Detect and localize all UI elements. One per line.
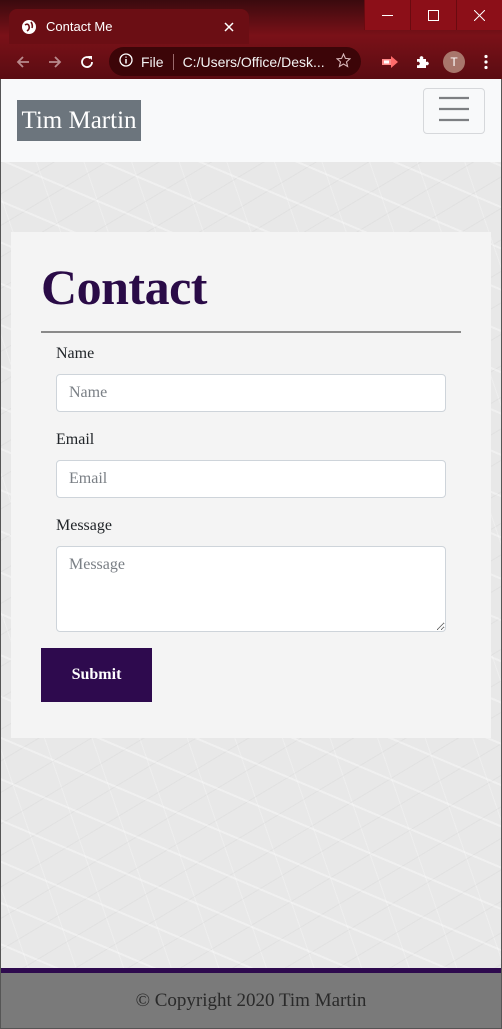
minimize-icon[interactable] — [364, 0, 410, 30]
globe-icon — [21, 19, 37, 35]
close-icon[interactable] — [219, 17, 239, 37]
message-label: Message — [56, 517, 112, 534]
puzzle-icon[interactable] — [406, 46, 438, 78]
title-divider — [41, 331, 461, 333]
name-input[interactable] — [56, 374, 446, 412]
navbar-toggler[interactable] — [423, 88, 485, 134]
window-controls — [364, 0, 502, 30]
profile-button[interactable]: T — [438, 46, 470, 78]
window-border-left — [0, 79, 1, 1029]
extension-icon[interactable] — [374, 46, 406, 78]
brand-logo[interactable]: Tim Martin — [17, 100, 141, 141]
tab-title: Contact Me — [46, 19, 113, 34]
message-textarea[interactable] — [56, 546, 446, 632]
info-icon[interactable] — [119, 53, 133, 70]
copyright-text: © Copyright 2020 Tim Martin — [135, 989, 367, 1011]
star-icon[interactable] — [335, 52, 352, 71]
site-navbar: Tim Martin — [1, 79, 501, 162]
browser-chrome: Contact Me File C:/Users/Office/Desk... … — [0, 0, 502, 79]
page-viewport: Tim Martin Contact Name Email Message Su… — [1, 79, 501, 1028]
name-label: Name — [56, 345, 95, 362]
avatar: T — [443, 50, 465, 73]
address-bar[interactable]: File C:/Users/Office/Desk... — [109, 47, 361, 76]
email-input[interactable] — [56, 460, 446, 498]
email-label: Email — [56, 431, 95, 448]
site-footer: © Copyright 2020 Tim Martin — [1, 968, 501, 1028]
url-scheme: File — [141, 53, 174, 70]
maximize-icon[interactable] — [410, 0, 456, 30]
toolbar-actions: T — [374, 44, 502, 79]
contact-card: Contact Name Email Message Submit — [11, 232, 491, 738]
browser-toolbar: File C:/Users/Office/Desk... T — [0, 44, 502, 79]
browser-tab[interactable]: Contact Me — [9, 9, 249, 44]
page-title: Contact — [41, 259, 207, 315]
forward-icon[interactable] — [39, 46, 71, 78]
window-close-icon[interactable] — [456, 0, 502, 30]
hamburger-icon — [438, 96, 470, 127]
submit-button[interactable]: Submit — [41, 648, 152, 702]
menu-icon[interactable] — [470, 46, 502, 78]
reload-icon[interactable] — [71, 46, 103, 78]
url-text: C:/Users/Office/Desk... — [182, 53, 325, 70]
back-icon[interactable] — [7, 46, 39, 78]
